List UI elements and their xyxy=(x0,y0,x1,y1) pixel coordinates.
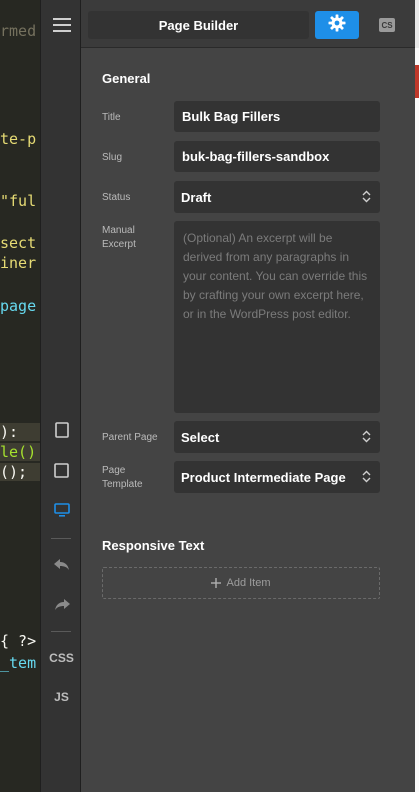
code-line: rmed xyxy=(0,22,37,40)
preview-edge xyxy=(415,0,419,792)
status-select[interactable]: Draft xyxy=(174,181,380,213)
page-title[interactable]: Page Builder xyxy=(88,11,309,39)
code-line: iner xyxy=(0,254,37,272)
code-line: _tem xyxy=(0,654,37,672)
app-root: rmed te-p "ful sect iner page ): le() ()… xyxy=(0,0,419,792)
page-template-label: Page Template xyxy=(102,464,143,492)
plus-icon xyxy=(211,578,222,588)
chevron-updown-icon xyxy=(362,190,371,206)
code-line: ): xyxy=(0,423,40,441)
status-label: Status xyxy=(102,192,131,203)
general-heading: General xyxy=(102,71,151,86)
parent-page-value: Select xyxy=(181,429,220,445)
add-item-button[interactable]: Add Item xyxy=(102,567,380,599)
title-field[interactable]: Bulk Bag Fillers xyxy=(174,101,380,132)
toolbar-divider xyxy=(51,538,71,539)
code-line: "ful xyxy=(0,192,37,210)
code-line: { ?> xyxy=(0,632,37,650)
panel-header: Page Builder CS xyxy=(81,0,415,48)
gear-icon xyxy=(328,14,346,37)
code-line: page xyxy=(0,297,37,315)
excerpt-label-line: Manual xyxy=(102,225,135,236)
excerpt-label-line: Excerpt xyxy=(102,239,136,250)
preview-edge-top xyxy=(415,0,419,48)
add-item-label: Add Item xyxy=(226,577,271,589)
slug-label: Slug xyxy=(102,152,123,163)
code-editor-background: rmed te-p "ful sect iner page ): le() ()… xyxy=(0,0,40,792)
chevron-updown-icon xyxy=(362,430,371,446)
excerpt-label: Manual Excerpt xyxy=(102,224,136,252)
css-badge-icon: CS xyxy=(379,18,395,32)
css-button[interactable]: CSS xyxy=(41,644,82,672)
page-template-label-line: Page xyxy=(102,465,126,476)
responsive-text-heading: Responsive Text xyxy=(102,538,205,553)
js-button[interactable]: JS xyxy=(41,683,82,711)
redo-icon[interactable] xyxy=(41,591,82,619)
hamburger-icon[interactable] xyxy=(41,11,82,39)
parent-page-label: Parent Page xyxy=(102,432,158,443)
parent-page-select[interactable]: Select xyxy=(174,421,380,453)
css-badge-button[interactable]: CS xyxy=(369,11,405,39)
chevron-updown-icon xyxy=(362,470,371,486)
tablet-icon[interactable] xyxy=(41,416,82,444)
toolbar-divider xyxy=(51,631,71,632)
excerpt-textarea[interactable]: (Optional) An excerpt will be derived fr… xyxy=(174,221,380,413)
code-line: te-p xyxy=(0,130,37,148)
left-toolbar: CSS JS xyxy=(40,0,81,792)
slug-field[interactable]: buk-bag-fillers-sandbox xyxy=(174,141,380,172)
preview-edge-marker xyxy=(415,65,419,98)
page-template-value: Product Intermediate Page xyxy=(181,469,346,485)
page-template-select[interactable]: Product Intermediate Page xyxy=(174,461,380,493)
title-label: Title xyxy=(102,112,121,123)
code-line: sect xyxy=(0,234,37,252)
desktop-icon[interactable] xyxy=(41,496,82,524)
code-line: le() xyxy=(0,443,40,461)
status-value: Draft xyxy=(181,189,212,205)
settings-button[interactable] xyxy=(315,11,359,39)
square-icon[interactable] xyxy=(41,456,82,484)
page-builder-panel: Page Builder CS General Title Bulk Bag F… xyxy=(81,0,415,792)
page-template-label-line: Template xyxy=(102,479,143,490)
undo-icon[interactable] xyxy=(41,551,82,579)
code-line: (); xyxy=(0,463,40,481)
